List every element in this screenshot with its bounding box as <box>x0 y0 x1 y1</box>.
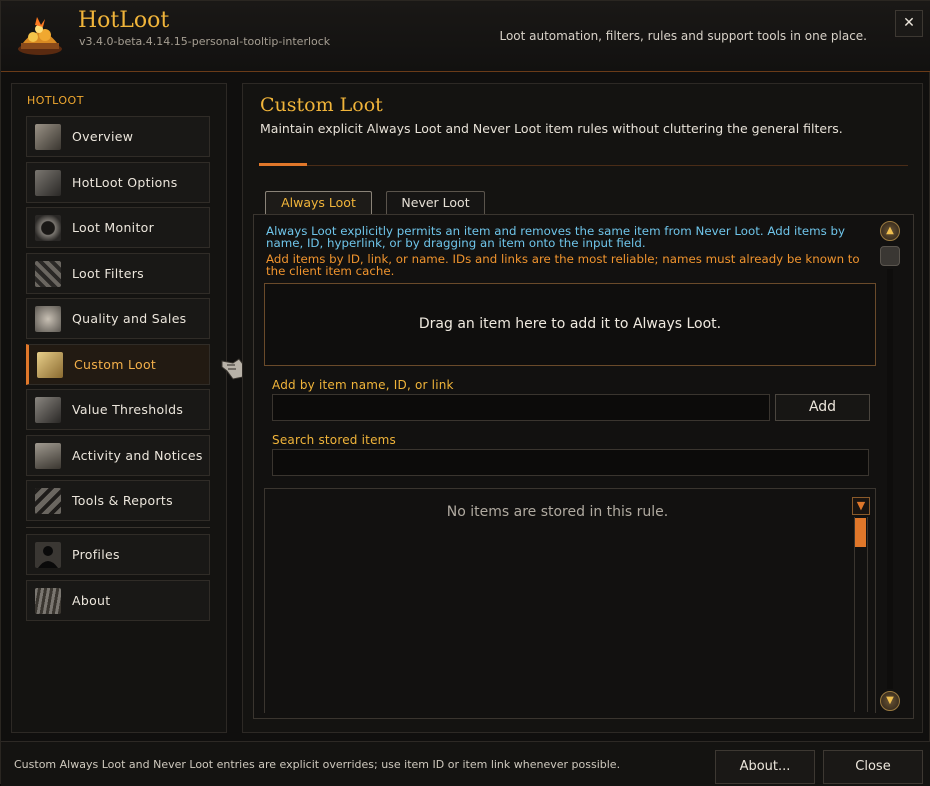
main-scrollbar-track[interactable] <box>887 269 893 689</box>
sidebar-item-loot-monitor[interactable]: Loot Monitor <box>26 207 210 248</box>
sidebar-item-label: Quality and Sales <box>72 311 187 326</box>
search-stored-label: Search stored items <box>272 433 396 447</box>
close-button[interactable]: Close <box>823 750 923 784</box>
sidebar-item-hotloot-options[interactable]: HotLoot Options <box>26 162 210 203</box>
sidebar-divider <box>26 527 210 528</box>
sidebar-item-profiles[interactable]: Profiles <box>26 534 210 575</box>
sidebar-item-tools-and-reports[interactable]: Tools & Reports <box>26 480 210 521</box>
sidebar-item-label: HotLoot Options <box>72 175 178 190</box>
page-subtitle: Maintain explicit Always Loot and Never … <box>260 121 843 136</box>
footer-bar: Custom Always Loot and Never Loot entrie… <box>1 741 930 786</box>
stored-items-list: No items are stored in this rule. ▼ <box>264 488 876 713</box>
add-button[interactable]: Add <box>775 394 870 421</box>
overview-icon <box>35 124 61 150</box>
sidebar-item-custom-loot[interactable]: Custom Loot <box>26 344 210 385</box>
sidebar-item-label: Profiles <box>72 547 120 562</box>
window-header: HotLoot v3.4.0-beta.4.14.15-personal-too… <box>1 1 930 72</box>
tab-never-loot[interactable]: Never Loot <box>386 191 485 215</box>
scroll-up-icon[interactable]: ▲ <box>880 221 900 241</box>
sidebar-item-label: Overview <box>72 129 134 144</box>
item-drop-zone[interactable]: Drag an item here to add it to Always Lo… <box>264 283 876 366</box>
empty-list-message: No items are stored in this rule. <box>446 504 669 520</box>
sidebar-item-label: Value Thresholds <box>72 402 184 417</box>
title-divider <box>259 165 908 166</box>
sidebar-item-activity-and-notices[interactable]: Activity and Notices <box>26 435 210 476</box>
tools-icon <box>35 488 61 514</box>
info-text-always-loot: Always Loot explicitly permits an item a… <box>266 224 845 250</box>
add-item-input[interactable] <box>272 394 770 421</box>
app-title: HotLoot <box>78 8 170 33</box>
info-text-add-hint: Add items by ID, link, or name. IDs and … <box>266 252 860 278</box>
add-item-label: Add by item name, ID, or link <box>272 378 454 392</box>
header-tagline: Loot automation, filters, rules and supp… <box>499 29 867 43</box>
sidebar-item-quality-and-sales[interactable]: Quality and Sales <box>26 298 210 339</box>
sidebar-item-about[interactable]: About <box>26 580 210 621</box>
sidebar-item-overview[interactable]: Overview <box>26 116 210 157</box>
sidebar-item-loot-filters[interactable]: Loot Filters <box>26 253 210 294</box>
about-button[interactable]: About... <box>715 750 815 784</box>
sidebar-item-label: About <box>72 593 111 608</box>
quality-icon <box>35 306 61 332</box>
profile-icon <box>35 542 61 568</box>
title-accent-bar <box>259 163 307 166</box>
tab-always-loot[interactable]: Always Loot <box>265 191 372 215</box>
monitor-icon <box>35 215 61 241</box>
addon-window: HotLoot v3.4.0-beta.4.14.15-personal-too… <box>0 0 930 786</box>
close-window-button[interactable]: ✕ <box>895 10 923 37</box>
options-icon <box>35 170 61 196</box>
list-scrollbar-thumb[interactable] <box>855 518 866 547</box>
notices-icon <box>35 443 61 469</box>
app-version: v3.4.0-beta.4.14.15-personal-tooltip-int… <box>79 35 331 48</box>
scroll-down-icon[interactable]: ▼ <box>880 691 900 711</box>
sidebar-item-label: Loot Filters <box>72 266 144 281</box>
footer-hint: Custom Always Loot and Never Loot entrie… <box>14 758 621 771</box>
sidebar-item-label: Tools & Reports <box>72 493 173 508</box>
filter-icon <box>35 261 61 287</box>
sidebar-item-label: Loot Monitor <box>72 220 155 235</box>
search-stored-input[interactable] <box>272 449 869 476</box>
treasure-logo-icon <box>18 17 62 55</box>
custom-loot-icon <box>37 352 63 378</box>
chevron-down-icon[interactable]: ▼ <box>852 497 870 515</box>
thresholds-icon <box>35 397 61 423</box>
about-icon <box>35 588 61 614</box>
tab-content: Always Loot explicitly permits an item a… <box>253 214 914 719</box>
sidebar-item-value-thresholds[interactable]: Value Thresholds <box>26 389 210 430</box>
sidebar-item-label: Custom Loot <box>74 357 157 372</box>
page-title: Custom Loot <box>260 94 383 116</box>
main-scrollbar-thumb[interactable] <box>880 246 900 266</box>
sidebar-heading: HOTLOOT <box>27 94 84 107</box>
main-panel: Custom Loot Maintain explicit Always Loo… <box>242 83 923 733</box>
sidebar-item-label: Activity and Notices <box>72 448 203 463</box>
sidebar: HOTLOOT Overview HotLoot Options Loot Mo… <box>11 83 227 733</box>
